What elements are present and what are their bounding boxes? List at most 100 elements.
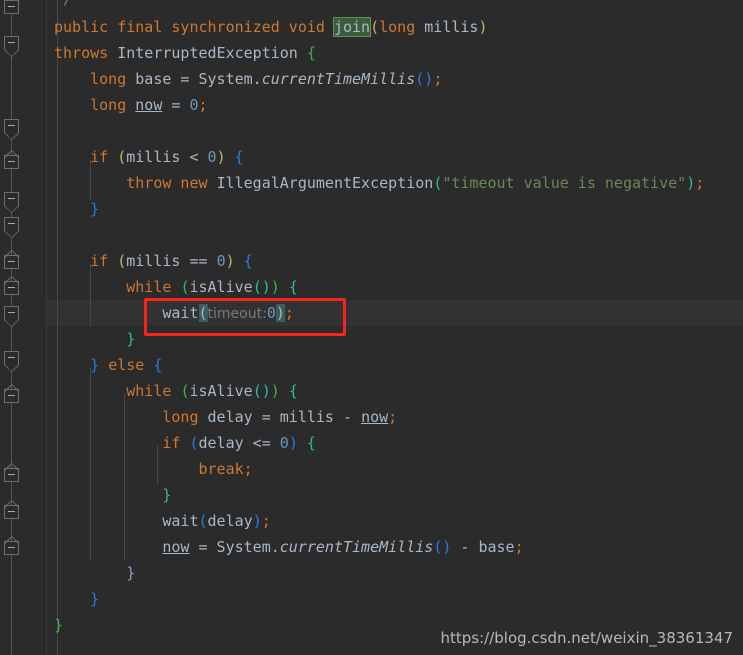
code-text-area[interactable]: */ public final synchronized void join(l… <box>0 0 743 655</box>
code-line[interactable]: long now = 0; <box>0 92 743 118</box>
fold-minus-icon <box>8 261 15 262</box>
keyword-token: break; <box>198 460 253 478</box>
fold-minus-icon <box>8 223 15 224</box>
fold-marker[interactable] <box>4 0 19 14</box>
keyword-token: throws <box>54 44 118 62</box>
code-line[interactable]: if (millis < 0) { <box>0 144 743 170</box>
paren-token-matched: ) <box>275 304 285 322</box>
brace-token: } <box>90 200 100 218</box>
fold-marker[interactable] <box>4 281 19 295</box>
variable-now: now <box>162 538 190 556</box>
inline-parameter-hint: timeout: <box>207 306 267 322</box>
fold-marker[interactable] <box>4 351 19 365</box>
paren-token: ( <box>370 18 380 36</box>
code-line[interactable]: */ <box>0 0 743 12</box>
fold-minus-icon <box>8 42 15 43</box>
code-line[interactable]: now = System.currentTimeMillis() - base; <box>0 534 743 560</box>
paren-token-matched: ( <box>198 304 208 322</box>
method-call-wait[interactable]: wait <box>162 304 198 322</box>
fold-marker[interactable] <box>4 192 19 206</box>
code-line[interactable]: } else { <box>0 352 743 378</box>
keyword-token: while <box>126 278 172 296</box>
fold-minus-icon <box>8 287 15 288</box>
code-token: base = System. <box>126 70 262 88</box>
code-token: = System. <box>189 538 280 556</box>
code-token: delay = millis - <box>198 408 362 426</box>
static-method-token: currentTimeMillis <box>279 538 434 556</box>
editor-gutter[interactable] <box>0 0 47 655</box>
keyword-token: long <box>162 408 199 426</box>
fold-marker[interactable] <box>4 468 19 482</box>
brace-token: { <box>306 44 316 62</box>
code-line[interactable]: } <box>0 482 743 508</box>
comment-token: */ <box>54 0 72 8</box>
semicolon-token: ; <box>388 408 398 426</box>
code-line[interactable]: wait(delay); <box>0 508 743 534</box>
fold-minus-icon <box>8 6 15 7</box>
brace-token: } <box>162 486 172 504</box>
paren-token: ( <box>198 512 208 530</box>
code-editor[interactable]: */ public final synchronized void join(l… <box>0 0 743 655</box>
fold-marker[interactable] <box>4 389 19 403</box>
paren-token: ) <box>686 174 696 192</box>
code-line[interactable]: long base = System.currentTimeMillis(); <box>0 66 743 92</box>
fold-marker[interactable] <box>4 541 19 555</box>
fold-marker[interactable] <box>4 217 19 231</box>
keyword-token: public final synchronized void <box>54 18 334 36</box>
brace-token: { <box>306 434 316 452</box>
fold-minus-icon <box>8 125 15 126</box>
code-line[interactable]: while (isAlive()) { <box>0 274 743 300</box>
brace-token: { <box>234 148 244 166</box>
fold-minus-icon <box>8 395 15 396</box>
paren-token: () <box>415 70 434 88</box>
fold-marker[interactable] <box>4 36 19 50</box>
fold-marker[interactable] <box>4 155 19 169</box>
paren-token: ( <box>433 174 443 192</box>
code-line[interactable]: while (isAlive()) { <box>0 378 743 404</box>
number-token: 0 <box>266 304 276 322</box>
code-token: = <box>162 96 190 114</box>
code-line[interactable]: } <box>0 586 743 612</box>
code-line[interactable]: if (millis == 0) { <box>0 248 743 274</box>
brace-token: } <box>126 330 136 348</box>
code-line[interactable]: } <box>0 326 743 352</box>
paren-token: ) <box>288 434 298 452</box>
code-line-current[interactable]: wait(timeout:0); <box>0 300 743 326</box>
variable-now: now <box>135 96 163 114</box>
variable-now: now <box>361 408 389 426</box>
type-token: InterruptedException <box>117 44 307 62</box>
paren-token: ) <box>478 18 488 36</box>
brace-token: { <box>288 382 298 400</box>
fold-marker[interactable] <box>4 306 19 320</box>
code-line[interactable]: throw new IllegalArgumentException("time… <box>0 170 743 196</box>
code-line[interactable]: long delay = millis - now; <box>0 404 743 430</box>
brace-token: } <box>90 356 100 374</box>
watermark-text: https://blog.csdn.net/weixin_38361347 <box>440 629 733 647</box>
code-token: delay <= <box>198 434 280 452</box>
code-line[interactable]: if (delay <= 0) { <box>0 430 743 456</box>
code-line[interactable]: break; <box>0 456 743 482</box>
fold-minus-icon <box>8 474 15 475</box>
keyword-token: else <box>108 356 145 374</box>
fold-minus-icon <box>8 312 15 313</box>
code-token: millis < <box>126 148 208 166</box>
keyword-token: if <box>90 148 109 166</box>
method-name-join[interactable]: join <box>332 17 372 37</box>
method-call-wait[interactable]: wait <box>162 512 198 530</box>
fold-marker[interactable] <box>4 119 19 133</box>
code-line[interactable]: } <box>0 560 743 586</box>
code-line[interactable]: public final synchronized void join(long… <box>0 14 743 40</box>
method-call-token: isAlive <box>189 278 253 296</box>
keyword-token: while <box>126 382 172 400</box>
paren-token: ) <box>270 278 280 296</box>
fold-marker[interactable] <box>4 255 19 269</box>
code-line[interactable]: throws InterruptedException { <box>0 40 743 66</box>
fold-marker[interactable] <box>4 505 19 519</box>
code-line[interactable]: } <box>0 196 743 222</box>
